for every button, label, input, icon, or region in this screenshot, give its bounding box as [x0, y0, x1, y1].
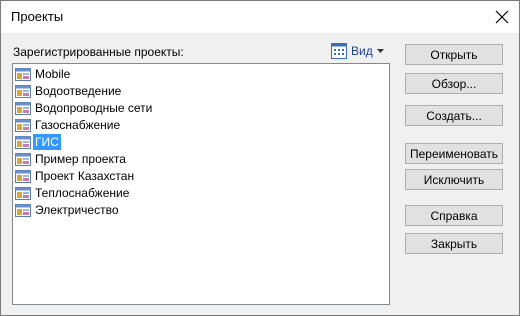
chevron-down-icon: [376, 49, 384, 53]
project-icon: [15, 202, 31, 218]
project-label: Проект Казахстан: [35, 169, 135, 183]
window-title: Проекты: [11, 9, 64, 24]
project-list-item[interactable]: ГИС: [15, 134, 61, 150]
browse-button[interactable]: Обзор...: [405, 73, 503, 94]
registered-projects-label: Зарегистрированные проекты:: [13, 45, 184, 59]
close-icon: [495, 10, 509, 24]
project-icon: [15, 134, 31, 150]
project-label: Водопроводные сети: [35, 101, 153, 115]
close-button[interactable]: Закрыть: [405, 233, 503, 254]
exclude-button[interactable]: Исключить: [405, 169, 503, 190]
project-icon: [15, 83, 31, 99]
project-icon: [15, 168, 31, 184]
project-list-item[interactable]: Теплоснабжение: [15, 185, 131, 201]
project-list-item[interactable]: Проект Казахстан: [15, 168, 136, 184]
project-list-item[interactable]: Газоснабжение: [15, 117, 122, 133]
create-button[interactable]: Создать...: [405, 105, 503, 126]
project-icon: [15, 117, 31, 133]
open-button[interactable]: Открыть: [405, 44, 503, 65]
title-bar: Проекты: [1, 1, 519, 33]
project-label: ГИС: [33, 134, 61, 150]
rename-button[interactable]: Переименовать: [405, 143, 503, 164]
project-icon: [15, 66, 31, 82]
project-icon: [15, 185, 31, 201]
project-label: Теплоснабжение: [35, 186, 130, 200]
project-list-item[interactable]: Пример проекта: [15, 151, 128, 167]
help-button[interactable]: Справка: [405, 205, 503, 226]
project-list-item[interactable]: Водопроводные сети: [15, 100, 154, 116]
view-dropdown-button[interactable]: Вид: [331, 41, 389, 61]
project-list-item[interactable]: Электричество: [15, 202, 121, 218]
project-label: Mobile: [35, 67, 71, 81]
close-window-button[interactable]: [487, 3, 517, 31]
view-label: Вид: [351, 44, 373, 58]
projects-dialog: Проекты Зарегистрированные проекты: Вид …: [0, 0, 520, 316]
project-label: Электричество: [35, 203, 119, 217]
view-grid-icon: [331, 43, 347, 59]
project-label: Водоотведение: [35, 84, 122, 98]
projects-list[interactable]: Mobile Водоотведение Водопроводные сети Газ…: [12, 63, 390, 305]
project-label: Газоснабжение: [35, 118, 121, 132]
project-label: Пример проекта: [35, 152, 126, 166]
project-list-item[interactable]: Mobile: [15, 66, 72, 82]
project-list-item[interactable]: Водоотведение: [15, 83, 123, 99]
project-icon: [15, 151, 31, 167]
project-icon: [15, 100, 31, 116]
